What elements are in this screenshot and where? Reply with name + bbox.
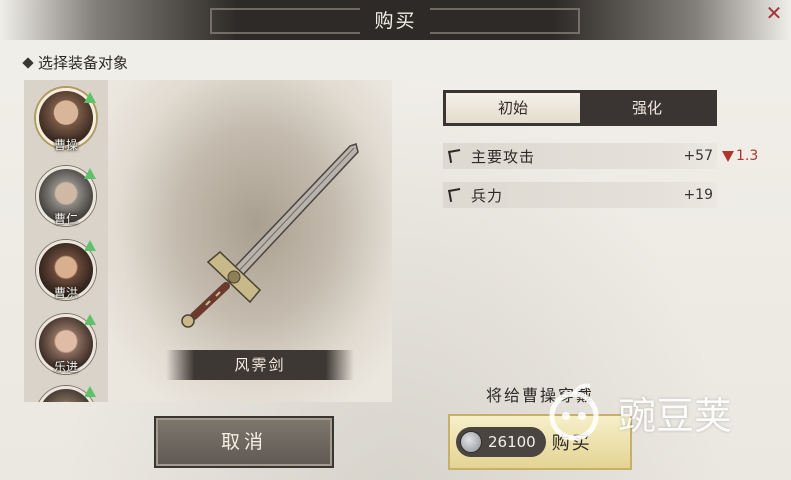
character-name-2: 曹洪 <box>53 286 78 300</box>
watermark-text: 豌豆荚 <box>618 393 733 438</box>
price-pill: 26100 <box>456 427 546 457</box>
character-name-1: 曹仁 <box>53 212 78 226</box>
watermark-logo-icon <box>549 383 599 441</box>
dialog-title: 购买 <box>374 10 417 32</box>
stat-label: 兵力 <box>471 186 504 205</box>
level-tabs: 初始 强化 <box>443 90 717 126</box>
character-list[interactable]: 曹操 曹仁 曹洪 乐进 <box>24 80 108 402</box>
stat-value: +57 <box>683 148 713 164</box>
buy-price: 26100 <box>488 433 536 451</box>
character-name-3: 乐进 <box>53 360 78 374</box>
stat-label: 主要攻击 <box>471 147 536 166</box>
upgrade-arrow-icon <box>84 314 96 325</box>
diamond-bullet-icon <box>22 56 34 69</box>
stat-delta: 1.3 <box>722 143 758 169</box>
weapon-preview: 风霁剑 <box>108 80 392 402</box>
stat-row-troops: 兵力 +19 <box>443 182 717 208</box>
coin-icon <box>460 431 482 453</box>
select-target-text: 选择装备对象 <box>38 54 129 72</box>
upgrade-arrow-icon <box>84 92 96 103</box>
character-name-0: 曹操 <box>53 138 78 152</box>
watermark: 豌豆荚 <box>540 372 770 452</box>
stat-row-attack: 主要攻击 +57 <box>443 143 717 169</box>
tab-initial[interactable]: 初始 <box>446 93 580 123</box>
stat-delta-value: 1.3 <box>736 148 759 164</box>
title-bar: 购买 <box>0 0 791 40</box>
tab-enhance[interactable]: 强化 <box>580 93 714 123</box>
close-icon[interactable]: ✕ <box>763 2 785 24</box>
stat-value: +19 <box>683 187 713 203</box>
upgrade-arrow-icon <box>84 168 96 179</box>
cursor-icon <box>448 149 462 163</box>
weapon-name: 风霁剑 <box>166 350 354 380</box>
select-target-label: 选择装备对象 <box>22 52 129 73</box>
decrease-arrow-icon <box>722 150 734 162</box>
cursor-icon <box>448 188 462 202</box>
upgrade-arrow-icon <box>84 240 96 251</box>
cancel-button[interactable]: 取消 <box>154 416 334 468</box>
purchase-dialog: 购买 ✕ 选择装备对象 曹操 曹仁 曹洪 乐进 风霁剑 初始 强化 主要攻击 +… <box>0 0 791 480</box>
upgrade-arrow-icon <box>84 386 96 397</box>
